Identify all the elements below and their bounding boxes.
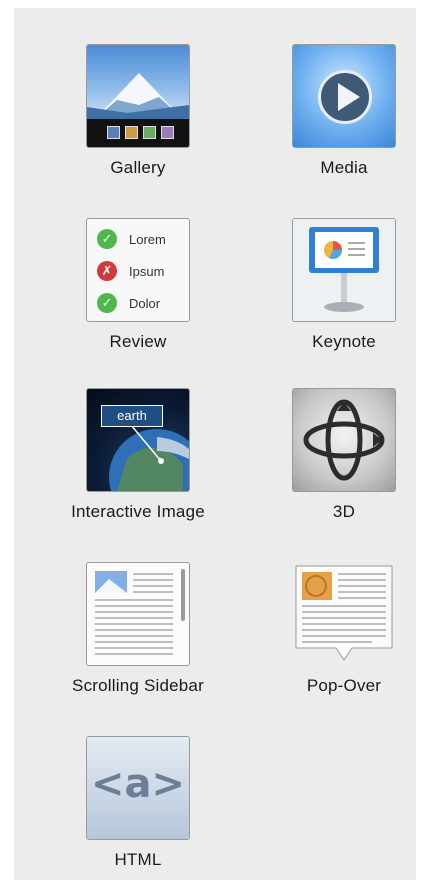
widget-3d[interactable]: 3D bbox=[254, 388, 430, 522]
widget-interactive-image[interactable]: earth Interactive Image bbox=[48, 388, 228, 522]
earth-icon: earth bbox=[86, 388, 190, 492]
gallery-icon bbox=[86, 44, 190, 148]
rotate-3d-icon bbox=[292, 388, 396, 492]
widget-review[interactable]: ✓ Lorem ✗ Ipsum ✓ Dolor Review bbox=[48, 218, 228, 352]
widget-label: Pop-Over bbox=[306, 676, 382, 695]
widget-keynote[interactable]: Keynote bbox=[254, 218, 430, 352]
widget-gallery[interactable]: Gallery bbox=[48, 44, 228, 178]
cross-icon: ✗ bbox=[97, 261, 117, 281]
checkmark-icon: ✓ bbox=[97, 229, 117, 249]
earth-tag: earth bbox=[101, 405, 163, 427]
review-item: ✗ Ipsum bbox=[97, 259, 164, 283]
widget-label: HTML bbox=[114, 850, 162, 869]
keynote-podium-icon bbox=[292, 218, 396, 322]
widget-scrolling-sidebar[interactable]: Scrolling Sidebar bbox=[48, 562, 228, 696]
widget-html[interactable]: <a> HTML bbox=[48, 736, 228, 870]
widget-media[interactable]: Media bbox=[254, 44, 430, 178]
review-icon: ✓ Lorem ✗ Ipsum ✓ Dolor bbox=[86, 218, 190, 322]
widget-label: Gallery bbox=[110, 158, 166, 177]
review-item: ✓ Dolor bbox=[97, 291, 160, 315]
review-item: ✓ Lorem bbox=[97, 227, 166, 251]
widget-label: Interactive Image bbox=[71, 502, 205, 521]
widget-label: 3D bbox=[332, 502, 356, 521]
checkmark-icon: ✓ bbox=[97, 293, 117, 313]
widget-label: Media bbox=[320, 158, 368, 177]
play-icon bbox=[292, 44, 396, 148]
widget-panel: Gallery Media ✓ Lorem ✗ Ipsum ✓ Dolor Re… bbox=[14, 8, 416, 880]
widget-label: Scrolling Sidebar bbox=[72, 676, 204, 695]
pop-over-icon bbox=[292, 562, 396, 666]
widget-label: Keynote bbox=[312, 332, 376, 351]
html-icon: <a> bbox=[86, 736, 190, 840]
html-icon-text: <a> bbox=[90, 761, 186, 807]
widget-label: Review bbox=[109, 332, 167, 351]
scrolling-sidebar-icon bbox=[86, 562, 190, 666]
widget-pop-over[interactable]: Pop-Over bbox=[254, 562, 430, 696]
